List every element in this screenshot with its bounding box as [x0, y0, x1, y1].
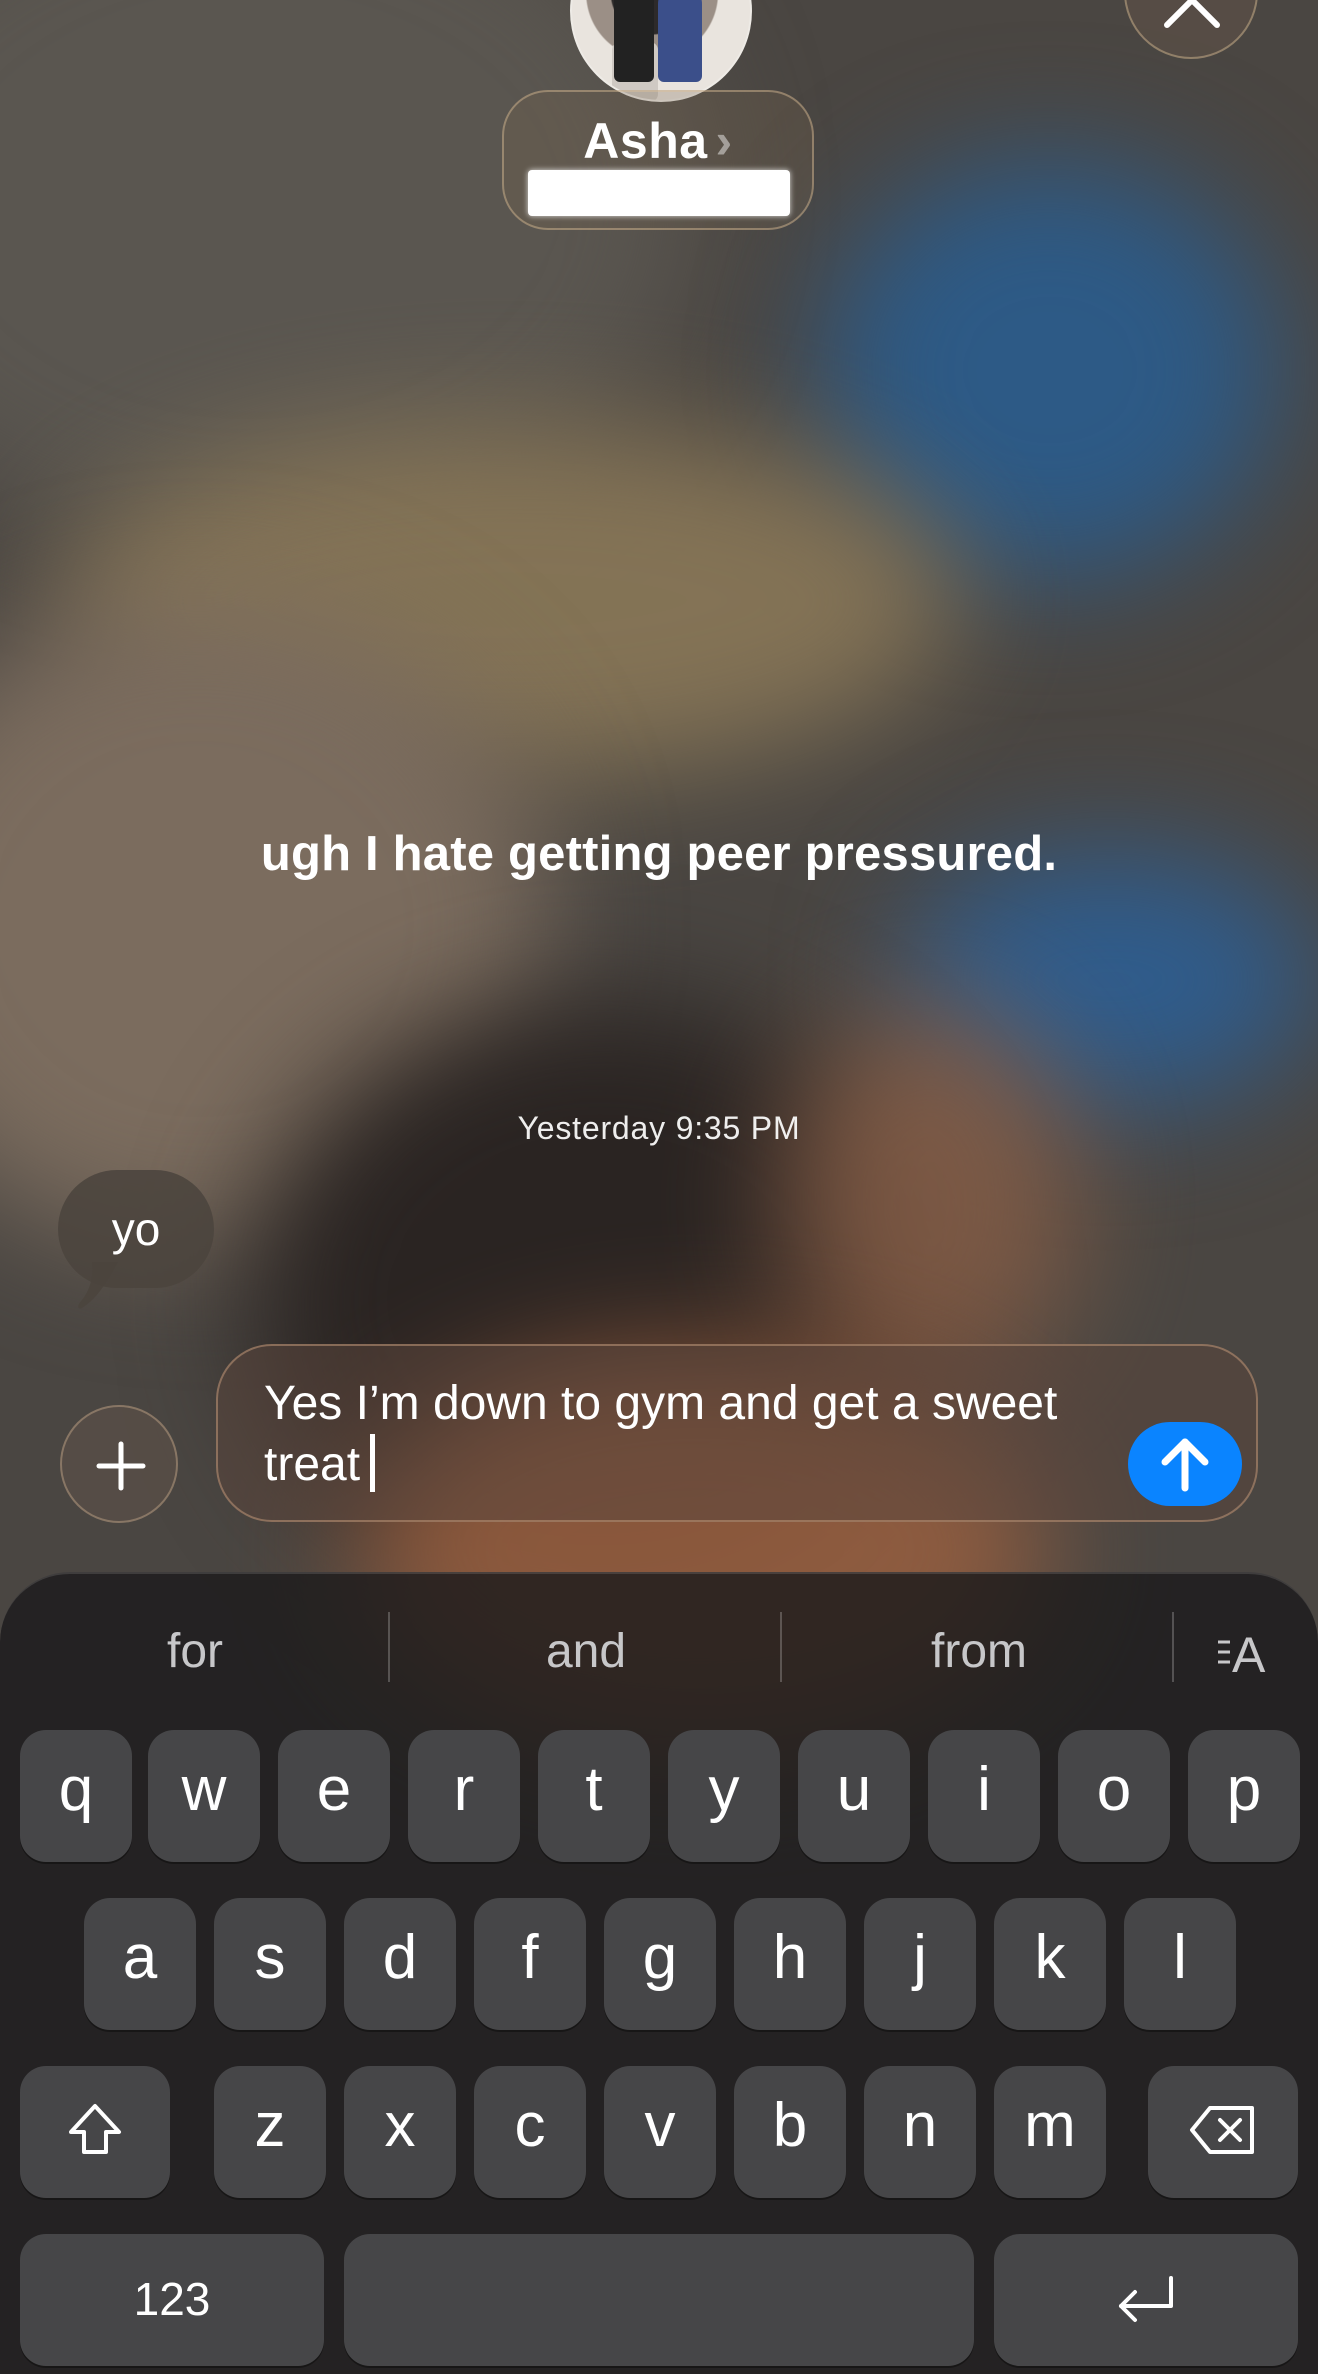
contact-name-pill[interactable]: Asha › [502, 90, 814, 230]
key-d[interactable]: d [344, 1898, 456, 2030]
message-input-text[interactable]: Yes I’m down to gym and get a sweet trea… [264, 1374, 1104, 1495]
key-i[interactable]: i [928, 1730, 1040, 1862]
key-p[interactable]: p [1188, 1730, 1300, 1862]
key-g[interactable]: g [604, 1898, 716, 2030]
key-u[interactable]: u [798, 1730, 910, 1862]
key-w[interactable]: w [148, 1730, 260, 1862]
send-arrow-icon [1161, 1438, 1209, 1492]
add-attachment-button[interactable] [60, 1405, 178, 1523]
close-icon [1164, 0, 1220, 28]
key-a[interactable]: a [84, 1898, 196, 2030]
keyboard: for and from A q w e r t y u i o p a s d… [0, 1572, 1318, 2374]
key-q[interactable]: q [20, 1730, 132, 1862]
divider [1172, 1612, 1174, 1682]
key-r[interactable]: r [408, 1730, 520, 1862]
key-h[interactable]: h [734, 1898, 846, 2030]
delete-icon [1190, 2106, 1254, 2154]
svg-text:A: A [1232, 1627, 1266, 1680]
key-l[interactable]: l [1124, 1898, 1236, 2030]
story-caption: ugh I hate getting peer pressured. [260, 827, 1058, 881]
key-t[interactable]: t [538, 1730, 650, 1862]
key-z[interactable]: z [214, 2066, 326, 2198]
timestamp-time: 9:35 PM [675, 1110, 801, 1146]
key-j[interactable]: j [864, 1898, 976, 2030]
timestamp-day: Yesterday [517, 1110, 666, 1146]
suggestion-1[interactable]: for [20, 1624, 370, 1679]
divider [780, 1612, 782, 1682]
message-text: yo [111, 1203, 161, 1255]
return-key[interactable] [994, 2234, 1298, 2366]
delete-key[interactable] [1148, 2066, 1298, 2198]
key-n[interactable]: n [864, 2066, 976, 2198]
chevron-right-icon: › [715, 113, 733, 169]
contact-name: Asha › [583, 113, 733, 169]
key-y[interactable]: y [668, 1730, 780, 1862]
suggestion-2[interactable]: and [410, 1624, 762, 1679]
numbers-key[interactable]: 123 [20, 2234, 324, 2366]
key-v[interactable]: v [604, 2066, 716, 2198]
key-k[interactable]: k [994, 1898, 1106, 2030]
message-timestamp: Yesterday 9:35 PM [0, 1110, 1318, 1147]
shift-key[interactable] [20, 2066, 170, 2198]
shift-icon [69, 2104, 121, 2154]
text-format-icon[interactable]: A [1214, 1620, 1278, 1680]
key-o[interactable]: o [1058, 1730, 1170, 1862]
divider [388, 1612, 390, 1682]
key-x[interactable]: x [344, 2066, 456, 2198]
key-c[interactable]: c [474, 2066, 586, 2198]
message-input[interactable]: Yes I’m down to gym and get a sweet trea… [216, 1344, 1258, 1522]
key-s[interactable]: s [214, 1898, 326, 2030]
key-m[interactable]: m [994, 2066, 1106, 2198]
key-b[interactable]: b [734, 2066, 846, 2198]
text-caret [370, 1434, 376, 1492]
key-f[interactable]: f [474, 1898, 586, 2030]
send-button[interactable] [1128, 1422, 1242, 1506]
return-icon [1119, 2276, 1173, 2322]
space-key[interactable] [344, 2234, 974, 2366]
key-e[interactable]: e [278, 1730, 390, 1862]
bubble-tail [78, 1262, 118, 1309]
plus-icon [96, 1441, 146, 1491]
suggestion-3[interactable]: from [800, 1624, 1158, 1679]
redaction-box [528, 170, 790, 216]
